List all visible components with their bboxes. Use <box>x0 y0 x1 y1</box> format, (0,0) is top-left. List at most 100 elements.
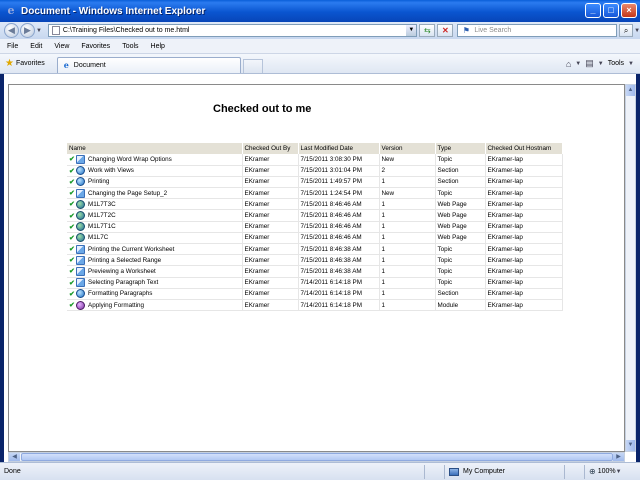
cell-hostname: EKramer-lap <box>485 154 563 166</box>
topic-icon <box>76 266 85 276</box>
section-icon <box>76 177 85 187</box>
stop-button[interactable]: ✕ <box>437 24 454 37</box>
cell-checked-out-by: EKramer <box>242 165 299 177</box>
topic-icon <box>76 188 85 198</box>
refresh-button[interactable]: ⇆ <box>419 24 436 37</box>
item-name: Changing Word Wrap Options <box>88 155 172 163</box>
table-row[interactable]: ✔ Printing the Current Worksheet EKramer 7/… <box>67 243 563 256</box>
new-tab-button[interactable] <box>242 59 263 73</box>
cell-last-modified: 7/15/2011 8:46:46 AM <box>298 198 380 211</box>
cell-name: ✔ Changing Word Wrap Options <box>67 154 243 166</box>
print-icon[interactable]: ▤ <box>585 58 594 69</box>
item-name: Applying Formatting <box>88 301 144 309</box>
column-header-type: Type <box>435 143 486 154</box>
menu-favorites[interactable]: Favorites <box>81 43 110 50</box>
maximize-button[interactable]: □ <box>603 3 619 18</box>
address-dropdown-icon[interactable]: ▼ <box>406 25 417 36</box>
checked-out-icon: ✔ <box>69 223 75 231</box>
cell-hostname: EKramer-lap <box>485 243 563 256</box>
menu-file[interactable]: File <box>7 43 18 50</box>
checked-out-icon: ✔ <box>69 212 75 220</box>
scroll-up-icon[interactable]: ▲ <box>626 85 635 96</box>
cell-type: Section <box>435 165 486 177</box>
cell-type: Topic <box>435 277 486 289</box>
tab-document[interactable]: e Document <box>56 57 241 73</box>
cell-checked-out-by: EKramer <box>242 232 299 245</box>
back-button[interactable]: ◀ <box>4 23 19 38</box>
item-name: Changing the Page Setup_2 <box>88 189 168 197</box>
scroll-down-icon[interactable]: ▼ <box>626 440 635 451</box>
table-row[interactable]: ✔ Printing EKramer 7/15/2011 1:49:57 PM 1 Sec… <box>67 176 563 189</box>
table-row[interactable]: ✔ M1L7C EKramer 7/15/2011 8:46:46 AM 1 Web Pa… <box>67 232 563 245</box>
menu-help[interactable]: Help <box>151 43 165 50</box>
item-name: Printing <box>88 178 110 186</box>
scroll-right-icon[interactable]: ▶ <box>613 453 624 461</box>
table-row[interactable]: ✔ M1L7T1C EKramer 7/15/2011 8:46:46 AM 1 Web … <box>67 221 563 233</box>
table-row[interactable]: ✔ Changing Word Wrap Options EKramer 7/15/2… <box>67 154 563 166</box>
cell-last-modified: 7/15/2011 8:46:38 AM <box>298 243 380 256</box>
cell-type: Topic <box>435 265 486 278</box>
cell-version: 1 <box>379 299 436 312</box>
table-row[interactable]: ✔ Work with Views EKramer 7/15/2011 3:01:04… <box>67 165 563 177</box>
table-row[interactable]: ✔ Previewing a Worksheet EKramer 7/15/2011 … <box>67 265 563 278</box>
horizontal-scroll-thumb[interactable] <box>21 453 613 461</box>
tools-button[interactable]: Tools <box>608 60 624 67</box>
checked-out-icon: ✔ <box>69 234 75 242</box>
home-icon[interactable]: ⌂ <box>566 59 571 69</box>
table-row[interactable]: ✔ Selecting Paragraph Text EKramer 7/14/201… <box>67 277 563 289</box>
menu-view[interactable]: View <box>54 43 69 50</box>
cell-version: 1 <box>379 232 436 245</box>
address-input[interactable]: C:\Training Files\Checked out to me.html <box>63 27 406 34</box>
address-bar[interactable]: C:\Training Files\Checked out to me.html… <box>47 24 418 37</box>
item-name: M1L7T2C <box>88 212 116 220</box>
zoom-control[interactable]: ⊕ 100% ▼ <box>584 464 630 479</box>
menu-tools[interactable]: Tools <box>122 43 138 50</box>
vertical-scrollbar[interactable]: ▲ ▼ <box>625 84 636 452</box>
zoom-dropdown-icon[interactable]: ▼ <box>616 469 622 475</box>
horizontal-scrollbar[interactable]: ◀ ▶ <box>8 452 625 462</box>
cell-last-modified: 7/15/2011 8:46:46 AM <box>298 209 380 222</box>
menu-bar: File Edit View Favorites Tools Help <box>0 39 640 54</box>
cell-checked-out-by: EKramer <box>242 221 299 233</box>
search-go-button[interactable]: ⌕ <box>619 24 634 37</box>
minimize-button[interactable]: _ <box>585 3 601 18</box>
table-row[interactable]: ✔ Formatting Paragraphs EKramer 7/14/2011 6… <box>67 288 563 300</box>
search-options-dropdown[interactable]: ▼ <box>634 28 640 34</box>
title-bar: e Document - Windows Internet Explorer _… <box>0 0 640 22</box>
menu-edit[interactable]: Edit <box>30 43 42 50</box>
scroll-left-icon[interactable]: ◀ <box>9 453 20 461</box>
checked-out-icon: ✔ <box>69 167 75 175</box>
table-header-row: Name Checked Out By Last Modified Date V… <box>67 143 563 154</box>
recent-pages-dropdown[interactable]: ▼ <box>36 28 42 34</box>
home-dropdown-icon[interactable]: ▼ <box>575 61 581 67</box>
forward-button[interactable]: ▶ <box>19 23 35 38</box>
table-row[interactable]: ✔ Printing a Selected Range EKramer 7/15/20… <box>67 254 563 267</box>
page-icon <box>51 26 60 35</box>
cell-last-modified: 7/15/2011 3:08:30 PM <box>298 154 380 166</box>
table-row[interactable]: ✔ M1L7T3C EKramer 7/15/2011 8:46:46 AM 1 Web … <box>67 198 563 211</box>
cell-checked-out-by: EKramer <box>242 299 299 312</box>
table-row[interactable]: ✔ Changing the Page Setup_2 EKramer 7/15/20… <box>67 187 563 200</box>
item-name: Printing the Current Worksheet <box>88 245 175 253</box>
cell-checked-out-by: EKramer <box>242 277 299 289</box>
cell-version: New <box>379 154 436 166</box>
cell-hostname: EKramer-lap <box>485 187 563 200</box>
print-dropdown-icon[interactable]: ▼ <box>598 61 604 67</box>
close-button[interactable]: × <box>621 3 637 18</box>
search-input[interactable]: Live Search <box>474 27 616 34</box>
cell-hostname: EKramer-lap <box>485 209 563 222</box>
table-row[interactable]: ✔ Applying Formatting EKramer 7/14/2011 6:1… <box>67 299 563 312</box>
cell-type: Section <box>435 176 486 189</box>
search-box[interactable]: ⚑ Live Search <box>457 24 618 37</box>
favorites-button[interactable]: ★ Favorites <box>5 58 45 69</box>
item-name: M1L7T1C <box>88 223 116 231</box>
cell-version: 1 <box>379 265 436 278</box>
security-zone[interactable]: My Computer <box>444 464 564 479</box>
tools-dropdown-icon[interactable]: ▼ <box>628 61 634 67</box>
cell-name: ✔ M1L7T3C <box>67 198 243 211</box>
checked-out-icon: ✔ <box>69 257 75 265</box>
cell-type: Web Page <box>435 221 486 233</box>
section-icon <box>76 289 85 299</box>
table-row[interactable]: ✔ M1L7T2C EKramer 7/15/2011 8:46:46 AM 1 Web … <box>67 209 563 222</box>
cell-checked-out-by: EKramer <box>242 198 299 211</box>
